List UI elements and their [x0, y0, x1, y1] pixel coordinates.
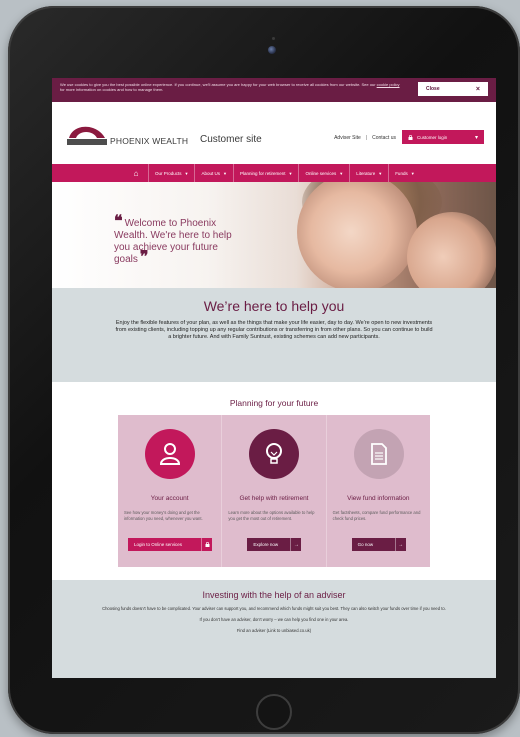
card-text: See how your money’s doing and get the i… — [124, 510, 203, 521]
adviser-site-link[interactable]: Adviser Site — [334, 135, 361, 141]
camera-icon — [268, 46, 276, 54]
chevron-down-icon: ▼ — [410, 170, 415, 176]
planning-section: Planning for your future Your account Se… — [52, 382, 496, 580]
open-quote-icon: ❝ — [114, 213, 123, 230]
nav-online-services[interactable]: Online services ▼ — [298, 164, 349, 182]
chevron-down-icon: ▼ — [288, 170, 293, 176]
home-button[interactable] — [256, 694, 292, 730]
card-fund-information: View fund information Get factsheets, co… — [326, 415, 430, 567]
go-now-button[interactable]: Go now → — [351, 538, 406, 551]
card-text: Get factsheets, compare fund performance… — [332, 510, 421, 521]
document-icon — [353, 429, 404, 479]
planning-title: Planning for your future — [229, 398, 319, 408]
customer-login-button[interactable]: Customer login ▾ — [402, 130, 484, 144]
chevron-down-icon: ▼ — [223, 170, 227, 176]
logo-text: PHOENIX WEALTH — [110, 136, 189, 146]
hero-photo-girl — [407, 212, 496, 288]
lock-icon — [408, 134, 413, 140]
card-retirement-help: Get help with retirement Learn more abou… — [222, 415, 327, 567]
help-body: Enjoy the flexible features of your plan… — [115, 320, 433, 340]
cookie-close-button[interactable]: Close × — [418, 82, 488, 96]
help-title: We’re here to help you — [203, 298, 345, 314]
close-quote-icon: ❞ — [139, 249, 149, 266]
phoenix-logo[interactable] — [67, 125, 107, 147]
tablet-frame: We use cookies to give you the best poss… — [8, 6, 520, 734]
nav-planning-retirement[interactable]: Planning for retirement ▼ — [232, 164, 299, 182]
close-label: Close — [426, 85, 440, 92]
nav-our-products[interactable]: Our Products ▼ — [148, 164, 194, 182]
contact-us-link[interactable]: Contact us — [372, 135, 396, 141]
card-your-account: Your account See how your money’s doing … — [118, 415, 223, 567]
chevron-down-icon: ▼ — [184, 170, 189, 176]
adviser-text-2: If you don't have an adviser, don't worr… — [199, 617, 349, 622]
card-text: Learn more about the options available t… — [228, 510, 315, 521]
adviser-text: Choosing funds doesn't have to be compli… — [102, 606, 446, 611]
chevron-down-icon: ▼ — [339, 170, 344, 176]
login-online-services-button[interactable]: Login to Online services — [128, 538, 212, 551]
browser-screen: We use cookies to give you the best poss… — [52, 78, 496, 678]
planning-cards: Your account See how your money’s doing … — [118, 415, 430, 567]
top-links: Adviser Site | Contact us — [334, 135, 396, 141]
adviser-title: Investing with the help of an adviser — [202, 590, 346, 600]
cookie-policy-link[interactable]: cookie policy — [377, 82, 400, 87]
hero-photo-woman — [297, 182, 417, 288]
find-adviser-link[interactable]: Find an adviser (Link to unbiased.co.uk) — [94, 628, 454, 634]
nav-literature[interactable]: Literature ▼ — [349, 164, 388, 182]
customer-login-label: Customer login — [417, 134, 448, 140]
cookie-text: We use cookies to give you the best poss… — [60, 82, 400, 92]
hero-banner: ❝ Welcome to Phoenix Wealth. We're here t… — [52, 182, 496, 288]
explore-now-button[interactable]: Explore now → — [247, 538, 302, 551]
lightbulb-icon — [249, 429, 300, 479]
nav-about-us[interactable]: About Us ▼ — [194, 164, 232, 182]
home-icon[interactable]: ⌂ — [124, 169, 148, 178]
arrow-right-icon: → — [394, 538, 406, 551]
chevron-down-icon: ▾ — [474, 134, 478, 141]
site-header: Adviser Site | Contact us Customer login… — [52, 102, 496, 164]
hero-quote: ❝ Welcome to Phoenix Wealth. We're here t… — [114, 213, 232, 266]
adviser-section: Investing with the help of an adviser Ch… — [52, 580, 496, 678]
nav-funds[interactable]: Funds ▼ — [388, 164, 420, 182]
separator: | — [365, 135, 368, 141]
lock-icon — [201, 538, 212, 551]
sensor-dot — [272, 37, 275, 40]
cookie-banner: We use cookies to give you the best poss… — [52, 78, 496, 102]
help-section: We’re here to help you Enjoy the flexibl… — [52, 288, 496, 382]
card-title: Your account — [150, 495, 189, 502]
user-icon — [145, 429, 195, 479]
card-title: View fund information — [347, 495, 410, 502]
customer-site-label: Customer site — [200, 134, 262, 145]
close-icon: × — [475, 85, 480, 93]
arrow-right-icon: → — [290, 538, 301, 551]
main-nav: ⌂ Our Products ▼ About Us ▼ Planning for r… — [52, 164, 496, 182]
chevron-down-icon: ▼ — [378, 170, 383, 176]
card-title: Get help with retirement — [239, 495, 309, 502]
